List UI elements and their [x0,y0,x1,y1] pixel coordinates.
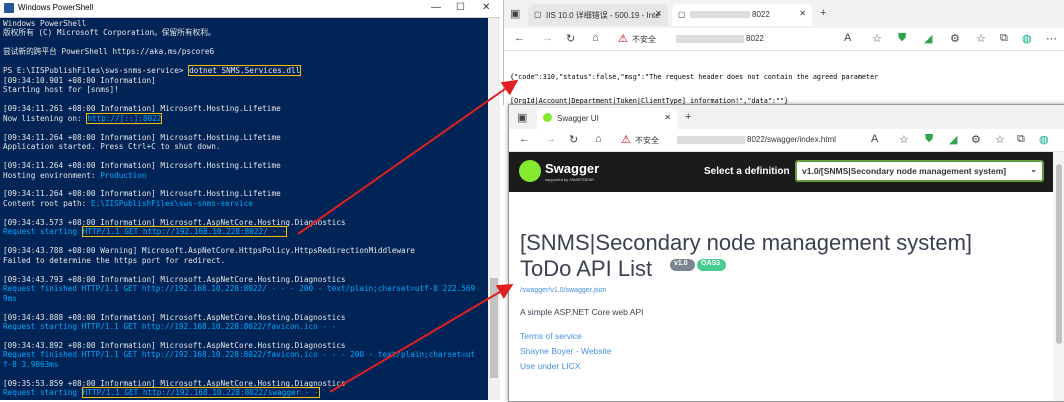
arrow-2 [329,283,514,393]
annotation-arrows [297,79,519,393]
arrow-1 [297,79,519,235]
